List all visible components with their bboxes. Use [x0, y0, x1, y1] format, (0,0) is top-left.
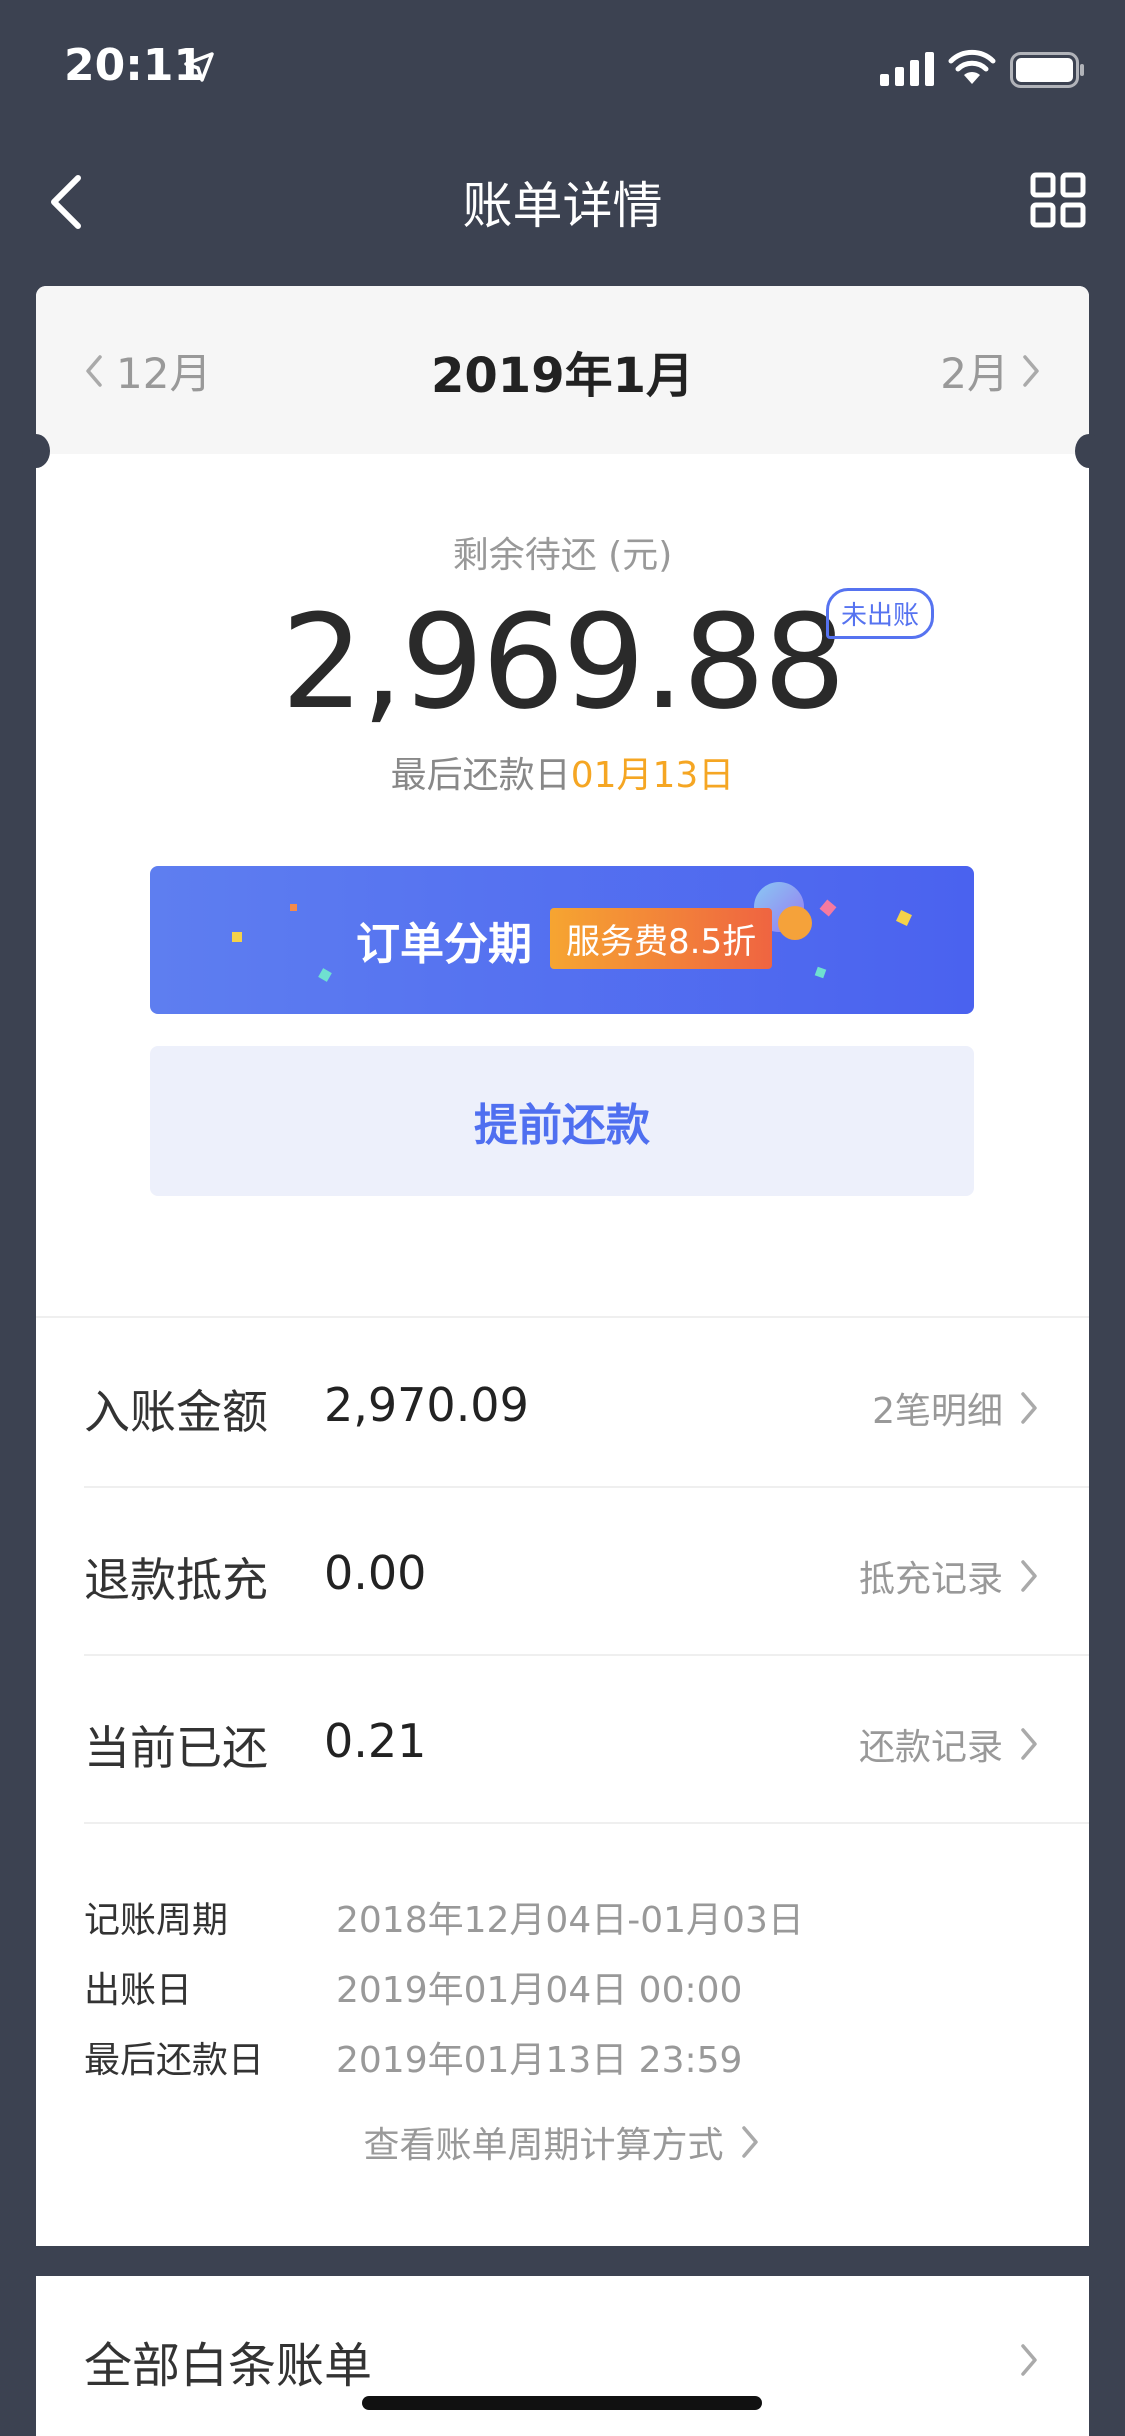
card-notch-right — [1075, 434, 1103, 468]
bill-info-block: 记账周期 2018年12月04日-01月03日 出账日 2019年01月04日 … — [84, 1882, 804, 2092]
row-repaid[interactable]: 当前已还 0.21 还款记录 — [36, 1654, 1089, 1822]
nav-bar: 账单详情 — [0, 132, 1125, 264]
current-month: 2019年1月 — [431, 348, 694, 404]
row-refund-offset[interactable]: 退款抵充 0.00 抵充记录 — [36, 1486, 1089, 1654]
chevron-right-icon — [1021, 1392, 1037, 1424]
row-posted-amount[interactable]: 入账金额 2,970.09 2笔明细 — [36, 1318, 1089, 1486]
confetti-decoration — [318, 968, 332, 982]
row-label: 退款抵充 — [84, 1553, 268, 1607]
confetti-decoration — [819, 899, 837, 917]
info-line: 出账日 2019年01月04日 00:00 — [84, 1952, 804, 2022]
row-value: 0.21 — [324, 1714, 427, 1768]
row-value: 0.00 — [324, 1546, 427, 1600]
divider — [84, 1822, 1089, 1824]
chevron-right-icon — [1021, 2344, 1037, 2376]
repayment-records-label: 还款记录 — [858, 1727, 1003, 1768]
bill-card: 12月 2019年1月 2月 剩余待还 (元) 2,969.88 未出账 最后还… — [36, 286, 1089, 2246]
calc-method-link[interactable]: 查看账单周期计算方式 — [36, 2116, 1089, 2168]
info-value: 2018年12月04日-01月03日 — [336, 1900, 804, 1941]
chevron-right-icon — [741, 2126, 758, 2158]
cellular-signal-icon — [880, 52, 934, 86]
details-link-label: 2笔明细 — [872, 1391, 1003, 1432]
fee-discount-badge: 服务费8.5折 — [550, 908, 773, 969]
due-date-prefix: 最后还款日 — [390, 755, 571, 796]
battery-icon — [1010, 52, 1084, 88]
remaining-label: 剩余待还 (元) — [452, 535, 673, 576]
status-badge: 未出账 — [826, 588, 935, 639]
info-key: 最后还款日 — [84, 2040, 265, 2081]
repayment-records-link[interactable]: 还款记录 — [859, 1718, 1041, 1770]
confetti-decoration — [896, 910, 912, 926]
all-bills-label: 全部白条账单 — [84, 2338, 373, 2394]
info-value: 2019年01月04日 00:00 — [336, 1970, 743, 2011]
calc-method-label: 查看账单周期计算方式 — [363, 2125, 724, 2166]
due-date-value: 01月13日 — [570, 755, 735, 796]
all-bills-row[interactable]: 全部白条账单 — [36, 2276, 1089, 2436]
page: 20:11 账单详情 12月 2019年1月 2月 剩余待还 (元) 2,969… — [0, 0, 1125, 2436]
confetti-decoration — [814, 966, 827, 979]
info-value: 2019年01月13日 23:59 — [336, 2040, 743, 2081]
wifi-icon — [948, 49, 996, 84]
row-value: 2,970.09 — [324, 1378, 529, 1432]
installment-label: 订单分期 — [356, 919, 532, 970]
details-link[interactable]: 2笔明细 — [872, 1382, 1041, 1434]
info-line: 记账周期 2018年12月04日-01月03日 — [84, 1882, 804, 1952]
next-month-label: 2月 — [940, 349, 1009, 398]
grid-menu-icon[interactable] — [1030, 172, 1086, 228]
month-switcher: 12月 2019年1月 2月 — [36, 286, 1089, 454]
installment-button[interactable]: 订单分期 服务费8.5折 — [150, 866, 974, 1014]
info-key: 记账周期 — [84, 1900, 229, 1941]
chevron-right-icon — [1021, 1728, 1037, 1760]
home-indicator — [362, 2396, 762, 2410]
info-key: 出账日 — [84, 1970, 193, 2011]
row-label: 入账金额 — [84, 1385, 268, 1439]
location-arrow-icon — [184, 52, 214, 82]
chevron-right-icon — [1023, 354, 1039, 387]
bubble-decoration — [778, 906, 812, 940]
confetti-decoration — [290, 904, 297, 911]
confetti-decoration — [232, 932, 242, 942]
offset-records-link[interactable]: 抵充记录 — [859, 1550, 1041, 1602]
row-label: 当前已还 — [84, 1721, 268, 1775]
due-date-line: 最后还款日01月13日 — [36, 746, 1089, 798]
chevron-right-icon — [1021, 1560, 1037, 1592]
info-line: 最后还款日 2019年01月13日 23:59 — [84, 2022, 804, 2092]
page-title: 账单详情 — [462, 177, 663, 235]
offset-records-label: 抵充记录 — [858, 1559, 1003, 1600]
card-notch-left — [22, 434, 50, 468]
next-month-button[interactable]: 2月 — [940, 340, 1043, 401]
prepay-button[interactable]: 提前还款 — [150, 1046, 974, 1196]
status-bar: 20:11 — [0, 0, 1125, 132]
